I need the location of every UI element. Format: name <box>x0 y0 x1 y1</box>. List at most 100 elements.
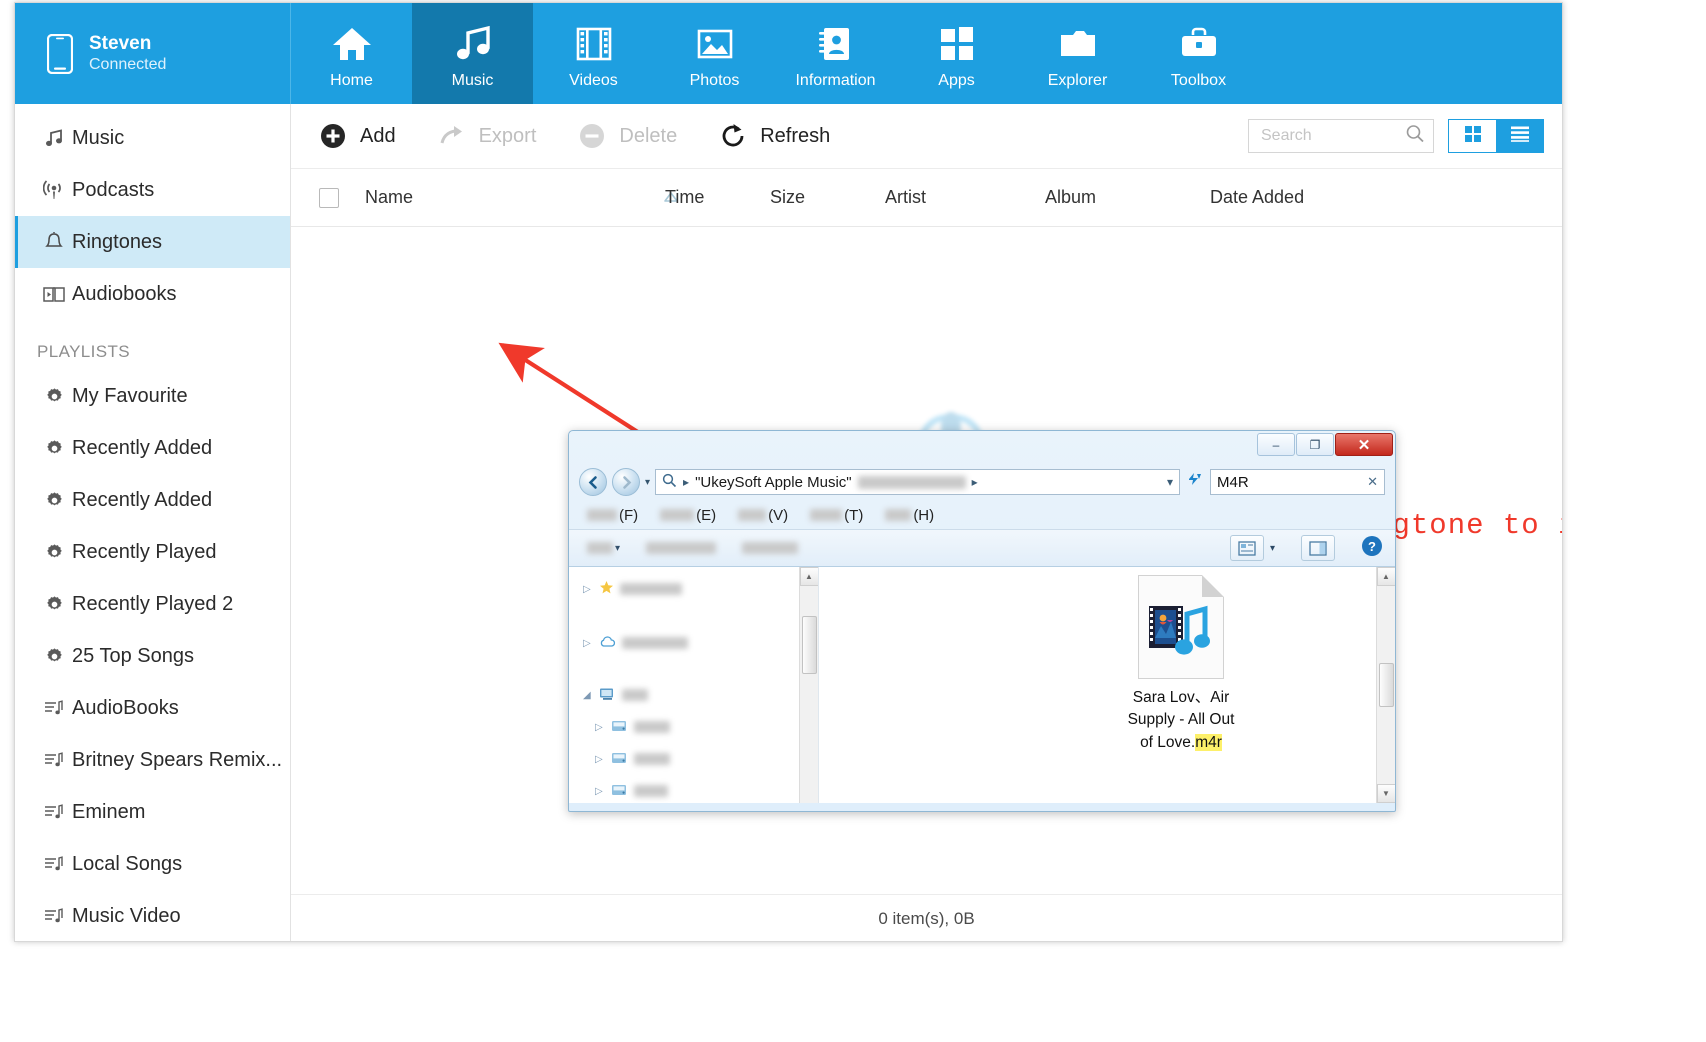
column-header-album[interactable]: Album <box>1045 187 1210 208</box>
sidebar-playlist-my-favourite[interactable]: My Favourite <box>15 370 290 422</box>
list-view-button[interactable] <box>1496 120 1543 152</box>
column-header-size[interactable]: Size <box>770 187 885 208</box>
sidebar-item-music[interactable]: Music <box>15 112 290 164</box>
menu-view[interactable]: (V) <box>738 507 788 524</box>
gear-icon <box>41 592 67 616</box>
search-box[interactable] <box>1248 119 1434 153</box>
drive-icon <box>611 783 628 800</box>
chevron-right-icon[interactable]: ▷ <box>583 638 593 649</box>
menu-help[interactable]: (H) <box>885 507 934 524</box>
sidebar-playlist-britney-spears-remix[interactable]: Britney Spears Remix... <box>15 734 290 786</box>
scroll-thumb[interactable] <box>801 616 817 674</box>
nav-item-home[interactable]: Home <box>291 3 412 104</box>
sidebar-item-podcasts[interactable]: Podcasts <box>15 164 290 216</box>
sidebar-playlist-recently-played-2[interactable]: Recently Played 2 <box>15 578 290 630</box>
sidebar-item-label: Eminem <box>72 800 146 823</box>
sidebar-playlist-recently-added-2[interactable]: Recently Added <box>15 474 290 526</box>
nav-pane-scrollbar[interactable]: ▲ <box>799 567 818 803</box>
sidebar-item-audiobooks[interactable]: Audiobooks <box>15 268 290 320</box>
refresh-button[interactable]: Refresh <box>719 122 830 150</box>
tree-item-drive-3[interactable]: ▷ <box>569 775 818 803</box>
chevron-right-icon[interactable]: ▷ <box>595 786 605 797</box>
device-name: Steven <box>89 32 152 54</box>
forward-button[interactable] <box>612 468 640 496</box>
nav-item-apps[interactable]: Apps <box>896 3 1017 104</box>
search-icon[interactable] <box>1405 124 1425 149</box>
explorer-main: ▷ ▷ ◢ ▷ ▷ ▷ ▲ Sara Lov、Air Supply - All … <box>569 567 1395 803</box>
sidebar-playlist-recently-played[interactable]: Recently Played <box>15 526 290 578</box>
tree-item-favorites[interactable]: ▷ <box>569 573 818 605</box>
sidebar-playlist-eminem[interactable]: Eminem <box>15 786 290 838</box>
file-item-m4r[interactable]: Sara Lov、Air Supply - All Out of Love.m4… <box>1115 575 1247 754</box>
sidebar-item-ringtones[interactable]: Ringtones <box>15 216 290 268</box>
refresh-icon[interactable] <box>1185 470 1205 495</box>
scroll-up-arrow[interactable]: ▲ <box>799 567 818 586</box>
grid-view-button[interactable] <box>1449 120 1496 152</box>
menu-tools[interactable]: (T) <box>810 507 863 524</box>
address-field[interactable]: ▸ "UkeySoft Apple Music" ▸ ▾ <box>655 469 1180 495</box>
view-dropdown-icon[interactable]: ▾ <box>1270 543 1275 554</box>
tree-item-computer[interactable]: ◢ <box>569 679 818 711</box>
sidebar-playlist-music-video[interactable]: Music Video <box>15 890 290 941</box>
sidebar-playlist-recently-added-1[interactable]: Recently Added <box>15 422 290 474</box>
tree-item-onedrive[interactable]: ▷ <box>569 627 818 659</box>
breadcrumb-separator-2[interactable]: ▸ <box>972 475 978 489</box>
explorer-titlebar[interactable]: – ❐ ✕ <box>569 431 1395 463</box>
maximize-button[interactable]: ❐ <box>1296 433 1334 456</box>
chevron-right-icon[interactable]: ▷ <box>595 722 605 733</box>
delete-button[interactable]: Delete <box>578 122 677 150</box>
change-view-button[interactable] <box>1229 535 1264 561</box>
sidebar-playlist-local-songs[interactable]: Local Songs <box>15 838 290 890</box>
back-button[interactable] <box>579 468 607 496</box>
command-blurred-item-1[interactable] <box>646 542 717 554</box>
address-dropdown-icon[interactable]: ▾ <box>1167 475 1173 489</box>
column-header-date-added[interactable]: Date Added <box>1210 187 1370 208</box>
sidebar-playlist-25-top-songs[interactable]: 25 Top Songs <box>15 630 290 682</box>
history-dropdown-icon[interactable]: ▾ <box>645 477 650 488</box>
preview-pane-button[interactable] <box>1301 535 1335 561</box>
device-panel[interactable]: Steven Connected <box>15 3 291 104</box>
export-button[interactable]: Export <box>438 122 536 150</box>
tree-item-drive-1[interactable]: ▷ <box>569 711 818 743</box>
column-header-name[interactable]: Name <box>365 187 678 208</box>
column-header-time[interactable]: Time <box>665 187 770 208</box>
explorer-window[interactable]: – ❐ ✕ ▾ ▸ "UkeySoft Apple Music" ▸ ▾ M4R… <box>568 430 1396 812</box>
explorer-search-field[interactable]: M4R ✕ <box>1210 469 1385 495</box>
scroll-track[interactable] <box>1378 586 1394 784</box>
search-input[interactable] <box>1261 127 1405 145</box>
column-header-artist[interactable]: Artist <box>885 187 1045 208</box>
nav-item-photos[interactable]: Photos <box>654 3 775 104</box>
tree-item-drive-2[interactable]: ▷ <box>569 743 818 775</box>
chevron-right-icon[interactable]: ▷ <box>595 754 605 765</box>
scroll-down-arrow[interactable]: ▼ <box>1376 784 1395 803</box>
minimize-button[interactable]: – <box>1257 433 1295 456</box>
menu-edit[interactable]: (E) <box>660 507 716 524</box>
breadcrumb-path[interactable]: "UkeySoft Apple Music" <box>695 474 852 491</box>
explorer-file-list[interactable]: Sara Lov、Air Supply - All Out of Love.m4… <box>819 567 1395 803</box>
scroll-thumb[interactable] <box>1378 663 1394 707</box>
breadcrumb-separator[interactable]: ▸ <box>683 475 689 489</box>
bell-icon <box>41 230 67 254</box>
close-button[interactable]: ✕ <box>1335 433 1393 456</box>
explorer-navigation-pane[interactable]: ▷ ▷ ◢ ▷ ▷ ▷ ▲ <box>569 567 819 803</box>
help-icon[interactable]: ? <box>1361 535 1383 562</box>
nav-item-information[interactable]: Information <box>775 3 896 104</box>
command-blurred-item-2[interactable] <box>742 542 799 554</box>
nav-item-music[interactable]: Music <box>412 3 533 104</box>
cloud-icon <box>599 635 616 652</box>
organize-button[interactable]: ▾ <box>587 542 620 554</box>
file-list-scrollbar[interactable]: ▲ ▼ <box>1376 567 1395 803</box>
chevron-right-icon[interactable]: ▷ <box>583 584 593 595</box>
nav-item-explorer[interactable]: Explorer <box>1017 3 1138 104</box>
nav-item-toolbox[interactable]: Toolbox <box>1138 3 1259 104</box>
delete-label: Delete <box>619 124 678 147</box>
clear-search-icon[interactable]: ✕ <box>1367 474 1378 490</box>
chevron-down-icon[interactable]: ◢ <box>583 690 593 701</box>
scroll-up-arrow[interactable]: ▲ <box>1376 567 1395 586</box>
menu-file[interactable]: (F) <box>587 507 638 524</box>
sidebar-playlist-audiobooks[interactable]: AudioBooks <box>15 682 290 734</box>
add-button[interactable]: Add <box>319 122 396 150</box>
nav-item-videos[interactable]: Videos <box>533 3 654 104</box>
select-all-checkbox[interactable] <box>319 187 339 208</box>
drive-icon <box>611 719 628 736</box>
